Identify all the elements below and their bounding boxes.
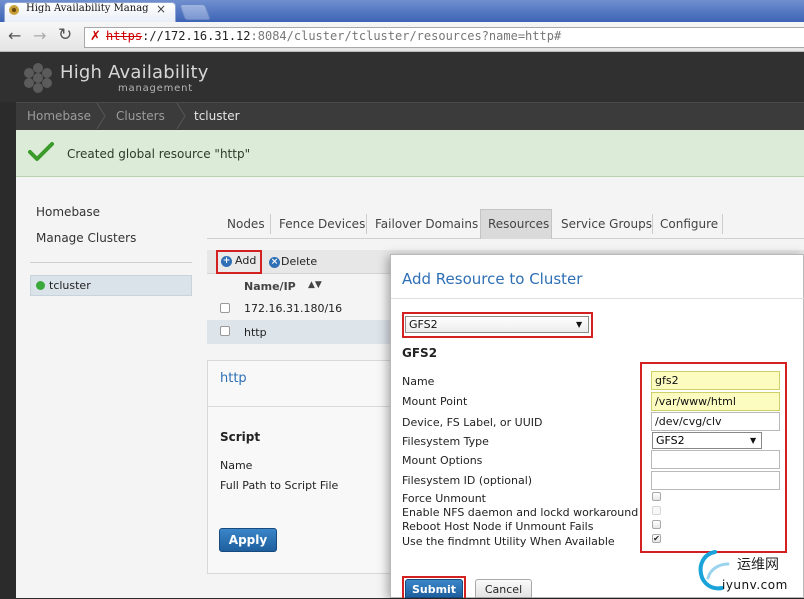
nfs-workaround-checkbox[interactable]: [652, 506, 661, 515]
tab-nodes[interactable]: Nodes: [227, 217, 265, 231]
forward-icon[interactable]: →: [33, 26, 46, 45]
script-name-label: Name: [220, 459, 253, 472]
tab-title: High Availability Manag: [26, 3, 149, 14]
filesystem-type-value: GFS2: [656, 434, 685, 447]
row-checkbox[interactable]: [220, 326, 230, 336]
apply-button[interactable]: Apply: [219, 528, 277, 552]
row-checkbox[interactable]: [220, 303, 230, 313]
app-title: High Availability: [60, 62, 209, 83]
reload-icon[interactable]: ↻: [58, 25, 72, 45]
favicon-icon: [9, 5, 19, 15]
plus-icon: +: [221, 256, 232, 267]
label-use-findmnt: Use the findmnt Utility When Available: [402, 535, 615, 548]
name-field[interactable]: gfs2: [651, 371, 780, 390]
breadcrumb-separator-icon: [96, 103, 106, 129]
dialog-divider: [391, 298, 804, 299]
table-row[interactable]: http: [244, 326, 267, 339]
logo-icon: [24, 63, 52, 93]
status-online-icon: [36, 281, 45, 290]
mount-options-field[interactable]: [651, 450, 780, 469]
cluster-name: tcluster: [49, 279, 91, 292]
dialog-title: Add Resource to Cluster: [402, 270, 583, 288]
table-row-selected[interactable]: [207, 320, 407, 344]
label-filesystem-id: Filesystem ID (optional): [402, 474, 533, 487]
delete-button[interactable]: Delete: [281, 255, 317, 268]
tab-service-groups[interactable]: Service Groups: [561, 217, 652, 231]
column-header-name[interactable]: Name/IP: [244, 280, 296, 293]
tab-separator: [366, 214, 367, 234]
banner-message: Created global resource "http": [67, 147, 251, 161]
script-path-label: Full Path to Script File: [220, 479, 339, 492]
delete-icon[interactable]: ×: [269, 257, 280, 268]
sidebar-item-homebase[interactable]: Homebase: [36, 205, 100, 219]
label-mount-point: Mount Point: [402, 395, 468, 408]
sidebar-divider: [30, 262, 192, 263]
breadcrumb-separator-icon: [176, 103, 186, 129]
script-heading: Script: [220, 430, 261, 444]
url-scheme: https: [106, 29, 143, 43]
add-label[interactable]: Add: [235, 254, 256, 267]
url-path: /cluster/tcluster/resources?name=http#: [286, 29, 562, 43]
breadcrumb-tcluster: tcluster: [194, 109, 240, 123]
back-icon[interactable]: ←: [8, 26, 21, 45]
chevron-down-icon[interactable]: ▼: [750, 436, 756, 445]
insecure-lock-icon[interactable]: ✗: [90, 29, 101, 44]
mount-point-field[interactable]: /var/www/html: [651, 392, 780, 411]
label-force-unmount: Force Unmount: [402, 492, 486, 505]
breadcrumb-homebase[interactable]: Homebase: [27, 109, 91, 123]
new-tab-button[interactable]: [179, 4, 211, 20]
resource-type-select[interactable]: GFS2: [405, 316, 589, 333]
device-field[interactable]: /dev/cvg/clv: [651, 412, 780, 431]
submit-button[interactable]: Submit: [405, 579, 463, 598]
breadcrumb-clusters[interactable]: Clusters: [116, 109, 165, 123]
tab-separator: [270, 214, 271, 234]
tab-configure[interactable]: Configure: [660, 217, 718, 231]
form-heading: GFS2: [402, 346, 438, 360]
tab-separator: [722, 214, 723, 234]
cancel-button[interactable]: Cancel: [475, 579, 532, 598]
url-sep: ://: [142, 29, 164, 43]
label-reboot-host: Reboot Host Node if Unmount Fails: [402, 520, 594, 533]
watermark-domain: iyunv.com: [722, 578, 788, 592]
force-unmount-checkbox[interactable]: [652, 492, 661, 501]
table-row[interactable]: 172.16.31.180/16: [244, 302, 342, 315]
label-mount-options: Mount Options: [402, 454, 483, 467]
label-name: Name: [402, 375, 435, 388]
chevron-down-icon[interactable]: ▼: [576, 320, 582, 329]
sidebar-item-manage-clusters[interactable]: Manage Clusters: [36, 231, 136, 245]
tab-resources[interactable]: Resources: [488, 217, 549, 231]
tab-separator: [652, 214, 653, 234]
filesystem-type-select[interactable]: GFS2: [652, 432, 762, 449]
resource-type-value: GFS2: [409, 318, 438, 331]
tab-fence-devices[interactable]: Fence Devices: [279, 217, 365, 231]
watermark-text: 运维网: [737, 557, 779, 573]
detail-divider: [207, 406, 407, 407]
reboot-host-checkbox[interactable]: [652, 520, 661, 529]
checkmark-icon: [28, 142, 54, 161]
url-port: :8084: [250, 29, 287, 43]
label-device: Device, FS Label, or UUID: [402, 416, 543, 429]
filesystem-id-field[interactable]: [651, 471, 780, 490]
url-text[interactable]: https://172.16.31.12:8084/cluster/tclust…: [106, 29, 561, 43]
tab-close-icon[interactable]: ×: [156, 2, 166, 16]
sort-icon[interactable]: ▲▼: [308, 280, 322, 290]
use-findmnt-checkbox[interactable]: ✔: [652, 534, 661, 543]
resource-detail-title: http: [220, 371, 247, 386]
app-subtitle: management: [118, 83, 193, 94]
label-nfs-workaround: Enable NFS daemon and lockd workaround: [402, 506, 639, 519]
label-filesystem-type: Filesystem Type: [402, 435, 489, 448]
tab-failover-domains[interactable]: Failover Domains: [375, 217, 478, 231]
url-host: 172.16.31.12: [163, 29, 251, 43]
